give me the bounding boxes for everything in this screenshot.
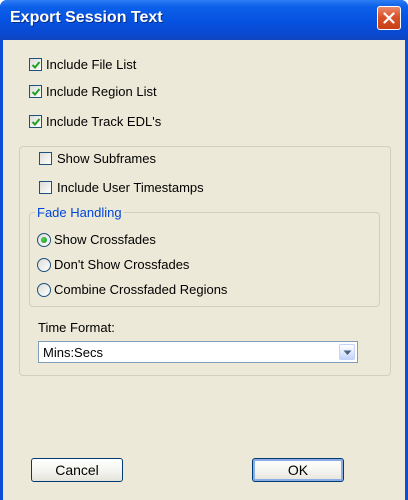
cancel-button[interactable]: Cancel xyxy=(31,458,123,482)
include-file-list-checkbox[interactable] xyxy=(29,58,42,71)
include-region-list-label: Include Region List xyxy=(46,84,157,99)
checkmark-icon xyxy=(31,88,41,96)
window-title: Export Session Text xyxy=(10,9,163,26)
dropdown-arrow-button[interactable] xyxy=(339,344,355,360)
combine-crossfaded-regions-radio[interactable] xyxy=(37,283,51,297)
include-track-edls-checkbox[interactable] xyxy=(29,115,42,128)
checkmark-icon xyxy=(31,61,41,69)
title-bar[interactable]: Export Session Text xyxy=(0,0,408,40)
radio-selected-dot xyxy=(41,237,47,243)
combine-crossfaded-regions-label: Combine Crossfaded Regions xyxy=(54,282,228,297)
chevron-down-icon xyxy=(343,350,352,355)
show-subframes-label: Show Subframes xyxy=(57,151,156,166)
show-crossfades-radio[interactable] xyxy=(37,233,51,247)
checkmark-icon xyxy=(31,118,41,126)
close-icon xyxy=(383,12,395,24)
include-user-timestamps-checkbox[interactable] xyxy=(39,181,52,194)
include-user-timestamps-label: Include User Timestamps xyxy=(57,180,204,195)
dialog-window: Export Session Text Include File List In… xyxy=(0,0,408,500)
fade-handling-legend: Fade Handling xyxy=(35,205,124,220)
time-format-dropdown[interactable]: Mins:Secs xyxy=(38,341,358,363)
dont-show-crossfades-label: Don't Show Crossfades xyxy=(54,257,190,272)
close-button[interactable] xyxy=(377,6,401,30)
include-region-list-checkbox[interactable] xyxy=(29,85,42,98)
include-track-edls-label: Include Track EDL's xyxy=(46,114,162,129)
dont-show-crossfades-radio[interactable] xyxy=(37,258,51,272)
show-subframes-checkbox[interactable] xyxy=(39,152,52,165)
ok-button[interactable]: OK xyxy=(252,458,344,482)
show-crossfades-label: Show Crossfades xyxy=(54,232,156,247)
include-file-list-label: Include File List xyxy=(46,57,137,72)
time-format-value: Mins:Secs xyxy=(43,345,103,360)
dialog-body: Include File List Include Region List In… xyxy=(3,40,405,500)
time-format-label: Time Format: xyxy=(38,320,115,335)
